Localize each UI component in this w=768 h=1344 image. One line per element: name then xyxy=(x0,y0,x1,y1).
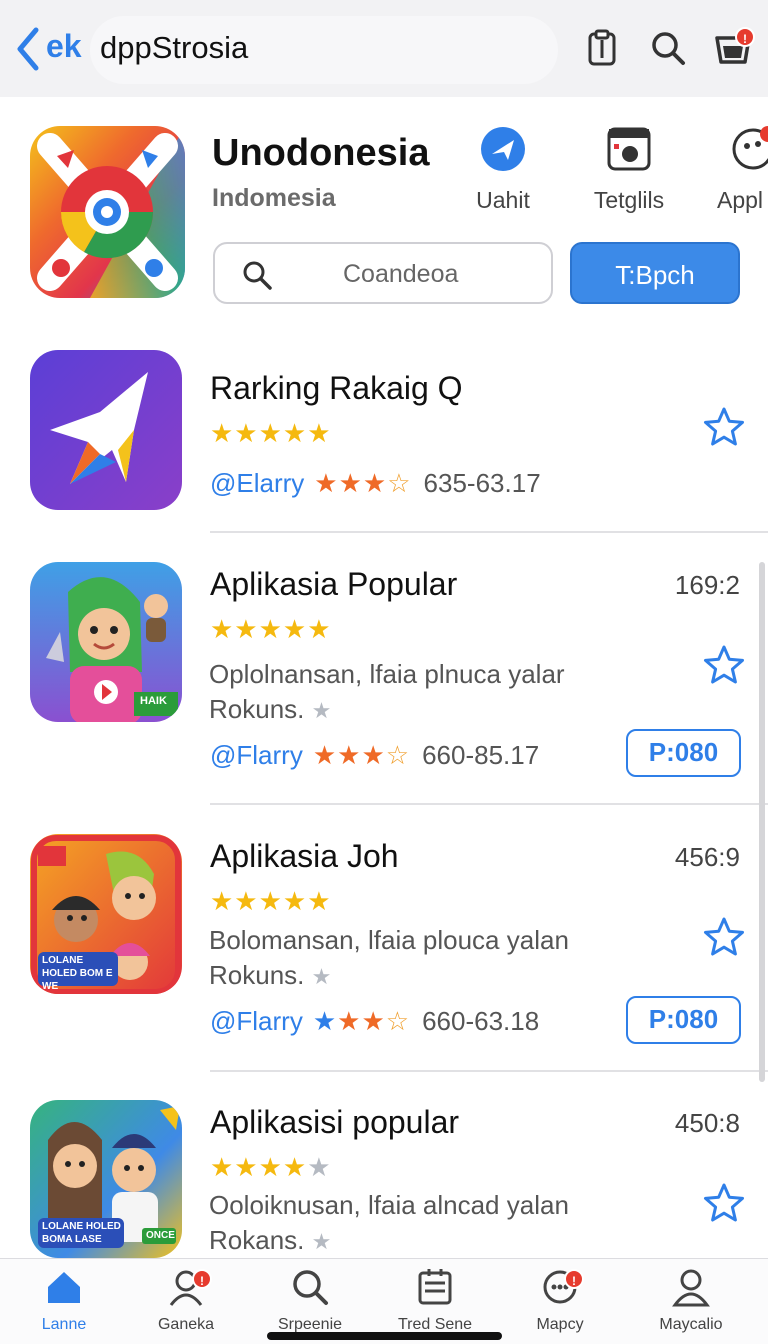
tab-badge: ! xyxy=(564,1269,584,1289)
tab-srpeenie[interactable]: Srpeenie xyxy=(250,1267,370,1337)
price-button[interactable]: P:080 xyxy=(626,996,741,1044)
cart-badge: ! xyxy=(735,27,755,47)
price-button[interactable]: P:080 xyxy=(626,729,741,777)
search-icon[interactable] xyxy=(648,28,688,68)
list-item[interactable]: LOLANE HOLED BOMA LASE ONCE Aplikasisi p… xyxy=(0,1100,768,1258)
divider xyxy=(210,1070,768,1072)
category-label: Tetglils xyxy=(593,187,665,213)
plane-icon xyxy=(481,127,525,171)
list-item[interactable]: HAIK Aplikasia Popular 169:2 ★★★★★ Oplol… xyxy=(0,562,768,807)
search-icon xyxy=(243,261,272,290)
tab-mapcy[interactable]: ! Mapcy xyxy=(500,1267,620,1337)
app-time: 456:9 xyxy=(674,842,740,872)
category-label: Appl xyxy=(717,187,764,213)
app-meta: @Flarry ★★★☆ 660-63.18 xyxy=(210,1006,539,1037)
apps-icon xyxy=(732,126,768,170)
description-line: Oplolnansan, lfaia plnuca yalar xyxy=(209,659,565,689)
description-line-2: Rokuns. xyxy=(209,960,305,990)
app-numbers: 635-63.17 xyxy=(423,468,541,498)
app-name: Aplikasia Popular xyxy=(210,566,458,602)
featured-subtitle: Indomesia xyxy=(212,184,336,212)
back-chevron-icon[interactable] xyxy=(12,26,42,72)
tab-badge: ! xyxy=(192,1269,212,1289)
small-star-icon: ★ xyxy=(311,1229,332,1254)
rating-stars: ★★★★★ xyxy=(210,1152,332,1182)
app-numbers: 660-85.17 xyxy=(422,740,540,770)
search-icon xyxy=(293,1270,328,1305)
small-rating-stars: ★★★☆ xyxy=(312,1006,411,1036)
tab-label: Lanne xyxy=(41,1316,87,1333)
developer-name[interactable]: @Flarry xyxy=(210,1006,303,1036)
app-numbers: 660-63.18 xyxy=(422,1006,540,1036)
divider xyxy=(210,803,768,805)
description-line-2: Rokans. xyxy=(209,1225,305,1255)
app-description: Ooloiknusan, lfaia alncad yalan Rokans. … xyxy=(209,1188,609,1259)
icon-tag: HAIK xyxy=(140,695,167,707)
film-icon xyxy=(607,127,651,171)
category-appl[interactable]: Appl xyxy=(700,126,768,226)
tab-maycalio[interactable]: Maycalio xyxy=(631,1267,751,1337)
search-placeholder: Coandeoa xyxy=(343,260,459,288)
app-name: Aplikasisi popular xyxy=(210,1104,460,1140)
app-meta: @Flarry ★★★☆ 660-85.17 xyxy=(210,740,539,771)
list-icon xyxy=(418,1269,452,1305)
tab-tred-sene[interactable]: Tred Sene xyxy=(375,1267,495,1337)
icon-tag: ONCE xyxy=(146,1230,175,1241)
icon-badge-text: LOLANE HOLED BOMA LASE xyxy=(42,1221,121,1245)
small-star-icon: ★ xyxy=(311,698,332,723)
app-icon-rocket xyxy=(30,350,182,510)
small-star-icon: ★ xyxy=(311,964,332,989)
app-name: Aplikasia Joh xyxy=(210,838,399,874)
favorite-star-icon[interactable] xyxy=(703,916,745,958)
description-line: Bolomansan, lfaia plouca yalan xyxy=(209,925,569,955)
category-uahit[interactable]: Uahit xyxy=(448,126,558,226)
tab-ganeka[interactable]: ! Ganeka xyxy=(126,1267,246,1337)
scrollbar[interactable] xyxy=(759,562,765,1082)
app-description: Oplolnansan, lfaia plnuca yalar Rokuns. … xyxy=(209,657,609,728)
search-input[interactable]: Coandeoa xyxy=(213,242,553,304)
featured-app-icon[interactable] xyxy=(30,126,185,298)
category-tetglils[interactable]: Tetglils xyxy=(574,126,684,226)
home-icon xyxy=(48,1272,80,1303)
divider xyxy=(210,531,768,533)
app-icon-character: HAIK xyxy=(30,562,182,722)
description-line-2: Rokuns. xyxy=(209,694,305,724)
back-label[interactable]: ek xyxy=(46,28,82,65)
small-rating-stars: ★★★☆ xyxy=(312,740,411,770)
rating-stars: ★★★★★ xyxy=(210,614,332,644)
app-icon-friends: LOLANE HOLED BOMA LASE ONCE xyxy=(30,1100,182,1258)
tab-label: Ganeka xyxy=(157,1316,215,1333)
developer-name[interactable]: @Flarry xyxy=(210,740,303,770)
favorite-star-icon[interactable] xyxy=(703,644,745,686)
clipboard-icon[interactable] xyxy=(582,28,622,68)
icon-badge-text: LOLANE HOLED BOM E WE xyxy=(42,955,113,992)
app-icon-kids: LOLANE HOLED BOM E WE xyxy=(30,834,182,994)
page-title: dppStrosia xyxy=(100,30,249,65)
rating-stars: ★★★★★ xyxy=(210,886,332,916)
app-name: Rarking Rakaig Q xyxy=(210,370,463,406)
tab-label: Maycalio xyxy=(659,1316,723,1333)
description-line: Ooloiknusan, lfaia alncad yalan xyxy=(209,1190,569,1220)
list-item[interactable]: LOLANE HOLED BOM E WE Aplikasia Joh 456:… xyxy=(0,834,768,1074)
featured-title: Unodonesia xyxy=(212,132,430,174)
home-indicator[interactable] xyxy=(267,1332,502,1340)
primary-button[interactable]: T:Bpch xyxy=(570,242,740,304)
category-label: Uahit xyxy=(476,187,530,213)
app-time: 450:8 xyxy=(674,1108,740,1138)
tab-lanne[interactable]: Lanne xyxy=(4,1267,124,1337)
app-description: Bolomansan, lfaia plouca yalan Rokuns. ★ xyxy=(209,923,609,994)
developer-name[interactable]: @Elarry xyxy=(210,468,304,498)
favorite-star-icon[interactable] xyxy=(703,406,745,448)
rating-stars: ★★★★★ xyxy=(210,418,332,448)
tab-label: Mapcy xyxy=(536,1316,584,1333)
small-rating-stars: ★★★☆ xyxy=(314,468,412,498)
app-meta: @Elarry ★★★☆ 635-63.17 xyxy=(210,468,541,499)
favorite-star-icon[interactable] xyxy=(703,1182,745,1224)
app-time: 169:2 xyxy=(674,570,740,600)
list-item[interactable]: Rarking Rakaig Q ★★★★★ @Elarry ★★★☆ 635-63… xyxy=(0,348,768,533)
top-bar: ek dppStrosia ! xyxy=(0,0,768,97)
profile-icon xyxy=(672,1269,710,1307)
